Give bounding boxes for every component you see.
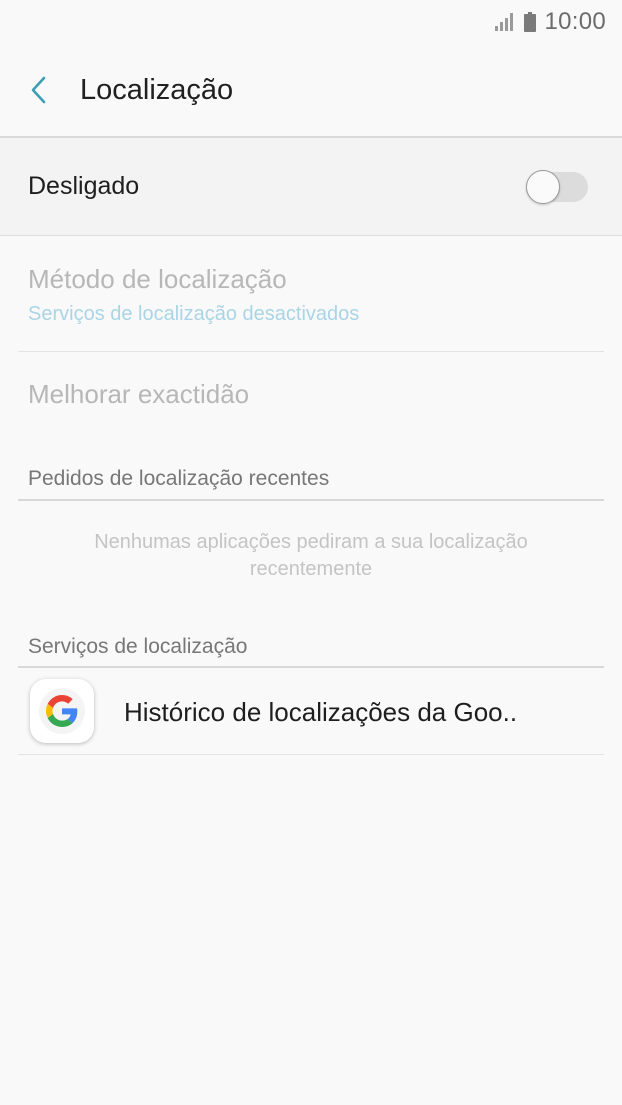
google-icon bbox=[46, 695, 78, 727]
location-switch[interactable] bbox=[526, 170, 588, 204]
empty-text-line2: recentemente bbox=[249, 558, 373, 580]
recent-requests-divider bbox=[18, 499, 604, 501]
location-services-header: Serviços de localização bbox=[28, 635, 248, 658]
app-bar: Localização bbox=[0, 44, 622, 136]
location-method-title: Método de localização bbox=[28, 264, 287, 294]
service-divider bbox=[18, 754, 604, 755]
improve-accuracy-title: Melhorar exactidão bbox=[28, 379, 250, 409]
page-title: Localização bbox=[80, 74, 234, 106]
empty-text-line1: Nenhumas aplicações pediram a sua locali… bbox=[94, 531, 528, 553]
clock: 10:00 bbox=[544, 8, 606, 35]
back-button[interactable] bbox=[22, 72, 56, 108]
improve-accuracy-item[interactable]: Melhorar exactidão bbox=[0, 352, 622, 442]
chevron-left-icon bbox=[31, 76, 46, 104]
location-toggle-row[interactable]: Desligado bbox=[0, 138, 622, 235]
location-services-divider bbox=[18, 666, 604, 668]
location-method-item[interactable]: Método de localização Serviços de locali… bbox=[0, 236, 622, 351]
signal-icon bbox=[495, 13, 514, 31]
status-bar: 10:00 bbox=[0, 0, 622, 44]
location-toggle-label: Desligado bbox=[28, 172, 140, 200]
google-icon-inner bbox=[39, 688, 85, 734]
google-app-icon bbox=[30, 679, 94, 743]
recent-requests-header: Pedidos de localização recentes bbox=[28, 467, 330, 490]
status-icons: 10:00 bbox=[494, 8, 606, 36]
google-location-history-item[interactable]: Histórico de localizações da Goo.. bbox=[0, 669, 622, 754]
recent-requests-empty: Nenhumas aplicações pediram a sua locali… bbox=[40, 529, 582, 583]
switch-thumb bbox=[526, 170, 560, 204]
battery-icon bbox=[524, 12, 537, 32]
location-method-subtitle: Serviços de localização desactivados bbox=[28, 303, 360, 325]
google-location-history-label: Histórico de localizações da Goo.. bbox=[124, 697, 518, 727]
